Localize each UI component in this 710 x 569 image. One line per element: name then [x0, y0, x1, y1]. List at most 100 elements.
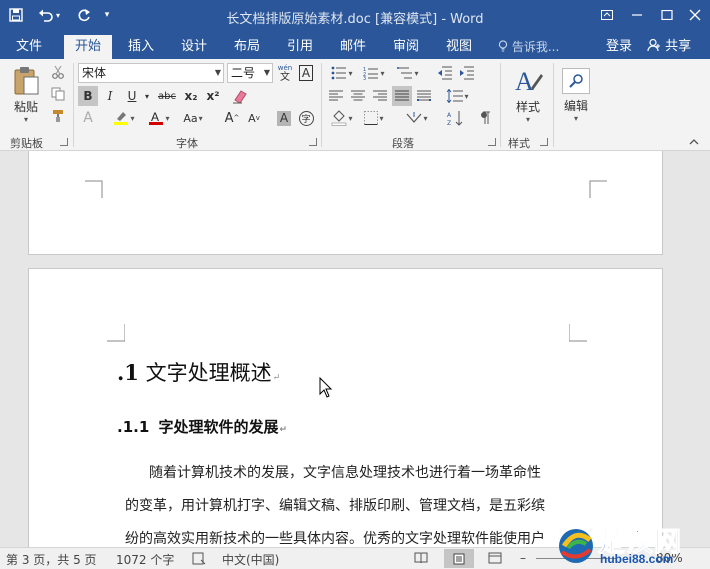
grow-font-button[interactable]: A ^ — [222, 108, 242, 128]
align-center-icon[interactable] — [348, 86, 368, 106]
phonetic-guide-button[interactable]: wén 文 — [276, 63, 294, 83]
clipboard-group-label: 剪贴板 — [10, 137, 43, 150]
chevron-down-icon: ▼ — [214, 68, 221, 77]
shading-button[interactable] — [328, 108, 356, 128]
line-spacing-button[interactable] — [444, 86, 472, 106]
tab-layout[interactable]: 布局 — [226, 35, 268, 59]
styles-launcher-icon[interactable] — [540, 138, 548, 146]
clear-formatting-icon[interactable] — [230, 86, 250, 106]
distributed-align-icon[interactable] — [414, 86, 434, 106]
page-count[interactable]: 第 3 页，共 5 页 — [6, 551, 97, 568]
format-painter-icon[interactable] — [48, 107, 68, 125]
paste-button[interactable]: 粘贴 ▾ — [8, 65, 44, 125]
font-name-value: 宋体 — [82, 66, 107, 80]
enclose-characters-button[interactable]: 字 — [296, 108, 316, 128]
paragraph-launcher-icon[interactable] — [488, 138, 496, 146]
tab-file[interactable]: 文件 — [8, 35, 50, 59]
paragraph-line[interactable]: 纷的高效实用新技术的一些具体内容。优秀的文字处理软件能使用户 — [125, 528, 545, 547]
heading-1[interactable]: .1 文字处理概述↵ — [117, 357, 280, 387]
copy-icon[interactable] — [48, 85, 68, 103]
bullets-button[interactable] — [328, 63, 356, 83]
font-launcher-icon[interactable] — [309, 138, 317, 146]
show-hide-marks-icon[interactable] — [474, 108, 496, 128]
print-layout-icon[interactable] — [444, 549, 474, 568]
clipboard-launcher-icon[interactable] — [60, 138, 68, 146]
tab-references[interactable]: 引用 — [279, 35, 321, 59]
highlight-color-button[interactable] — [110, 108, 138, 128]
cut-icon[interactable] — [48, 63, 68, 81]
align-left-icon[interactable] — [326, 86, 346, 106]
font-size-combo[interactable]: 二号 ▼ — [227, 63, 273, 83]
login-link[interactable]: 登录 — [606, 35, 632, 59]
tab-view[interactable]: 视图 — [438, 35, 480, 59]
shrink-font-button[interactable]: Av — [244, 108, 264, 128]
close-icon[interactable] — [680, 3, 710, 27]
group-separator — [553, 63, 554, 147]
web-layout-icon[interactable] — [488, 552, 502, 567]
read-mode-icon[interactable] — [414, 552, 428, 567]
multilevel-list-button[interactable] — [394, 63, 422, 83]
heading-2[interactable]: .1.1 字处理软件的发展↵ — [117, 416, 287, 437]
word-count[interactable]: 1072 个字 — [116, 551, 174, 568]
change-case-button[interactable]: Aa — [176, 108, 210, 128]
maximize-icon[interactable] — [652, 3, 682, 27]
italic-button[interactable]: I — [100, 86, 120, 106]
align-right-icon[interactable] — [370, 86, 390, 106]
borders-button[interactable] — [360, 108, 388, 128]
numbering-button[interactable]: 123 — [360, 63, 388, 83]
document-page-previous — [28, 151, 663, 255]
underline-dropdown-icon[interactable]: ▾ — [142, 86, 152, 106]
line-spacing-icon — [447, 89, 464, 103]
shrink-font-label: A — [248, 111, 256, 125]
tab-insert[interactable]: 插入 — [120, 35, 162, 59]
tab-home[interactable]: 开始 — [64, 35, 112, 59]
proofing-icon[interactable] — [192, 552, 206, 568]
minimize-icon[interactable] — [622, 3, 652, 27]
bold-button[interactable]: B — [78, 86, 98, 106]
strikethrough-button[interactable]: abc — [155, 86, 179, 106]
ribbon-display-options-icon[interactable] — [592, 3, 622, 27]
styles-button[interactable]: A 样式 ▾ — [506, 63, 550, 127]
character-border-icon: A — [298, 65, 314, 81]
svg-text:A: A — [515, 67, 534, 96]
enclose-characters-label: 字 — [298, 110, 314, 126]
font-group-label: 字体 — [176, 137, 198, 150]
customize-quick-access-icon[interactable]: ▾ — [100, 4, 114, 26]
redo-icon[interactable] — [74, 4, 94, 26]
tab-review[interactable]: 审阅 — [385, 35, 427, 59]
tab-design[interactable]: 设计 — [173, 35, 215, 59]
justify-icon[interactable] — [392, 86, 412, 106]
paragraph-line[interactable]: 随着计算机技术的发展，文字信息处理技术也进行着一场革命性 — [149, 462, 541, 482]
chinese-layout-button[interactable] — [404, 108, 430, 128]
text-effects-icon[interactable]: A — [78, 108, 98, 128]
paragraph-line[interactable]: 的变革，用计算机打字、编辑文稿、排版印刷、管理文档，是五彩缤 — [125, 495, 545, 515]
character-shading-button[interactable]: A — [274, 108, 294, 128]
sort-icon[interactable]: AZ — [444, 108, 466, 128]
subscript-button[interactable]: x₂ — [181, 86, 201, 106]
font-name-combo[interactable]: 宋体 ▼ — [78, 63, 224, 83]
character-border-button[interactable]: A — [297, 63, 315, 83]
increase-indent-icon[interactable] — [456, 63, 478, 83]
tab-mailings[interactable]: 邮件 — [332, 35, 374, 59]
save-icon[interactable] — [6, 4, 26, 26]
undo-icon[interactable]: ▾ — [34, 4, 64, 26]
superscript-button[interactable]: x² — [203, 86, 223, 106]
group-separator — [73, 63, 74, 147]
collapse-ribbon-icon[interactable] — [686, 135, 702, 149]
document-page-current: .1 文字处理概述↵ .1.1 字处理软件的发展↵ 随着计算机技术的发展，文字信… — [28, 268, 663, 547]
share-button[interactable]: 共享 — [647, 35, 691, 59]
decrease-indent-icon[interactable] — [434, 63, 456, 83]
editing-button[interactable]: 编辑 ▾ — [556, 63, 596, 127]
logo-icon — [559, 529, 593, 563]
tell-me-box[interactable]: 告诉我... — [498, 35, 559, 59]
document-area[interactable]: .1 文字处理概述↵ .1.1 字处理软件的发展↵ 随着计算机技术的发展，文字信… — [0, 151, 710, 547]
underline-button[interactable]: U — [122, 86, 142, 106]
font-color-button[interactable]: A — [145, 108, 173, 128]
highlighter-icon — [114, 112, 129, 125]
font-color-icon: A — [149, 110, 164, 125]
language-indicator[interactable]: 中文(中国) — [222, 551, 279, 568]
title-bar: ▾ ▾ 长文档排版原始素材.doc [兼容模式] - Word — [0, 0, 710, 32]
lightbulb-icon — [498, 40, 512, 54]
heading-2-number: .1.1 — [117, 418, 150, 436]
zoom-out-button[interactable]: – — [520, 551, 526, 565]
